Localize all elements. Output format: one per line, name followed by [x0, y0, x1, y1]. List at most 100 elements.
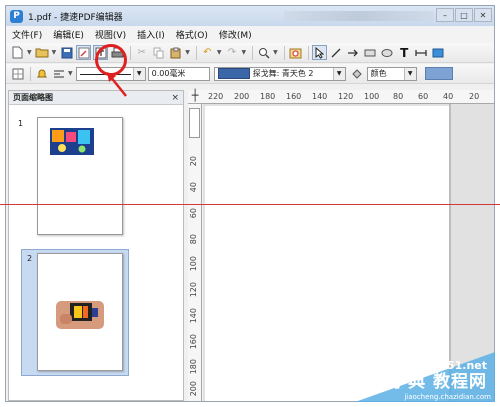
ruler-tick-label: 60	[189, 208, 198, 219]
ruler-tick-label: 80	[393, 92, 404, 101]
toolbar-separator	[195, 45, 197, 60]
toolbar-separator	[307, 45, 309, 60]
zoom-dropdown-icon[interactable]: ▼	[273, 49, 278, 56]
color-select[interactable]: 颜色 ▼	[366, 66, 417, 81]
toolbar-separator	[130, 45, 132, 60]
ellipse-tool-icon[interactable]	[380, 45, 395, 60]
text-tool-icon[interactable]: T	[397, 45, 412, 60]
toolbar-separator	[252, 45, 254, 60]
watermark: jb51.net 查字典 教程网 jiaocheng.chazidian.com	[355, 352, 495, 402]
maximize-button[interactable]: □	[455, 8, 473, 22]
ruler-tick-label: 180	[189, 359, 198, 375]
menu-edit[interactable]: 编辑(E)	[53, 28, 84, 41]
color-preview-swatch[interactable]	[424, 67, 453, 80]
ruler-tick-label: 140	[312, 92, 328, 101]
chevron-down-icon[interactable]: ▼	[332, 67, 345, 80]
thumbnail-page-number: 1	[18, 119, 24, 128]
ruler-tick-label: 100	[189, 256, 198, 272]
menu-insert[interactable]: 插入(I)	[137, 28, 165, 41]
ruler-tick-label: 180	[260, 92, 276, 101]
ruler-tick-label: 120	[338, 92, 354, 101]
measure-tool-icon[interactable]	[414, 45, 429, 60]
ruler-tick-label: 200	[189, 381, 198, 397]
new-document-icon[interactable]	[10, 45, 25, 60]
ruler-tick-label: 40	[189, 182, 198, 193]
ruler-tick-label: 40	[443, 92, 454, 101]
menu-bar: 文件(F) 编辑(E) 视图(V) 插入(I) 格式(O) 修改(M)	[6, 26, 494, 43]
blurred-region	[284, 11, 434, 21]
save-icon[interactable]	[59, 45, 74, 60]
page-thumbnails-panel: 页面缩略图 × 1 2	[8, 90, 184, 401]
thumbnail-image-2	[56, 301, 104, 329]
app-logo-icon: P	[10, 9, 23, 23]
annotation-arrow-icon	[107, 72, 127, 97]
ruler-tick-label: 20	[469, 92, 480, 101]
ruler-tick-label: 120	[189, 282, 198, 298]
menu-file[interactable]: 文件(F)	[12, 28, 42, 41]
panel-header: 页面缩略图 ×	[9, 91, 183, 105]
rectangle-tool-icon[interactable]	[363, 45, 378, 60]
menu-format[interactable]: 格式(O)	[176, 28, 208, 41]
menu-view[interactable]: 视图(V)	[95, 28, 126, 41]
select-pointer-icon[interactable]	[311, 45, 327, 60]
recent-files-icon[interactable]	[288, 45, 303, 60]
image-tool-icon[interactable]	[431, 45, 446, 60]
window-title: 1.pdf - 捷速PDF编辑器	[28, 12, 123, 23]
page-thumbnail-2[interactable]	[37, 253, 123, 371]
edit-mode-icon[interactable]	[76, 45, 92, 60]
line-tool-icon[interactable]	[329, 45, 344, 60]
open-dropdown-icon[interactable]: ▼	[52, 49, 57, 56]
ruler-tick-label: 200	[234, 92, 250, 101]
thumbnail-image-1	[50, 128, 94, 155]
toolbar-separator	[283, 45, 285, 60]
line-style-dropdown-icon[interactable]: ▼	[68, 70, 73, 77]
paint-bucket-icon[interactable]	[350, 66, 365, 81]
thumbnail-page-number: 2	[27, 254, 33, 263]
undo-dropdown-icon[interactable]: ▼	[217, 49, 222, 56]
line-style-icon[interactable]	[51, 66, 66, 81]
grid-icon[interactable]	[10, 66, 25, 81]
ruler-tick-label: 100	[364, 92, 380, 101]
redo-dropdown-icon[interactable]: ▼	[242, 49, 247, 56]
ruler-origin-icon[interactable]: ┼	[188, 90, 202, 104]
fill-color-select[interactable]: 探戈舞: 青天色 2 ▼	[213, 66, 346, 81]
ruler-marker	[189, 108, 200, 138]
fill-color-swatch	[217, 68, 250, 79]
redo-icon[interactable]: ↷	[225, 45, 240, 60]
open-folder-icon[interactable]	[35, 45, 50, 60]
format-toolbar: ▼ ▼ 0.00毫米 探戈舞: 青天色 2 ▼ 颜色 ▼	[6, 64, 494, 84]
copy-icon[interactable]	[151, 45, 166, 60]
minimize-button[interactable]: –	[436, 8, 454, 22]
main-toolbar: ▼ ▼ ✂ ▼ ↶ ▼ ↷ ▼ ▼ T	[6, 43, 494, 63]
close-button[interactable]: ✕	[474, 8, 492, 22]
line-width-value: 0.00毫米	[151, 69, 186, 78]
ruler-tick-label: 60	[418, 92, 429, 101]
chevron-down-icon[interactable]: ▼	[403, 67, 416, 80]
cut-icon[interactable]: ✂	[134, 45, 149, 60]
chevron-down-icon[interactable]: ▼	[132, 67, 145, 80]
page-thumbnail-1[interactable]	[37, 117, 123, 235]
line-width-input[interactable]: 0.00毫米	[147, 66, 210, 81]
ruler-tick-label: 220	[208, 92, 224, 101]
watermark-title: 查字典 教程网	[372, 372, 487, 392]
annotation-line	[0, 204, 500, 205]
new-dropdown-icon[interactable]: ▼	[27, 49, 32, 56]
ruler-tick-label: 160	[189, 334, 198, 350]
ruler-tick-label: 160	[286, 92, 302, 101]
arrow-tool-icon[interactable]	[346, 45, 361, 60]
window-controls: – □ ✕	[436, 8, 492, 22]
undo-icon[interactable]: ↶	[200, 45, 215, 60]
title-bar: P 1.pdf - 捷速PDF编辑器 – □ ✕	[6, 6, 494, 26]
ruler-tick-label: 80	[189, 234, 198, 245]
color-label: 颜色	[370, 69, 387, 78]
horizontal-ruler: 220 200 180 160 140 120 100 80 60 40 20	[188, 90, 494, 104]
paste-icon[interactable]	[168, 45, 183, 60]
ruler-tick-label: 20	[189, 156, 198, 167]
bell-icon[interactable]	[34, 66, 49, 81]
panel-close-icon[interactable]: ×	[171, 93, 179, 103]
menu-modify[interactable]: 修改(M)	[219, 28, 252, 41]
zoom-icon[interactable]	[256, 45, 271, 60]
paste-dropdown-icon[interactable]: ▼	[185, 49, 190, 56]
fill-color-label: 探戈舞: 青天色 2	[252, 69, 314, 78]
panel-title: 页面缩略图	[13, 93, 53, 102]
